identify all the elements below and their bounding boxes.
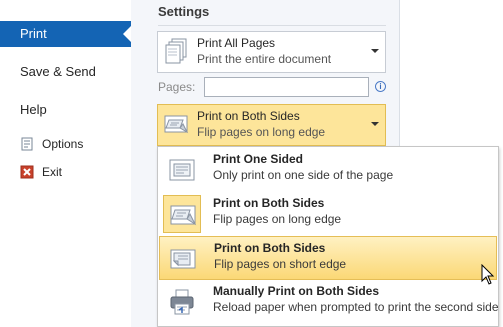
menu-item-label: Manually Print on Both Sides: [213, 284, 380, 298]
short-edge-icon-box: [164, 240, 202, 278]
print-sides-desc: Flip pages on long edge: [197, 125, 326, 139]
mouse-cursor-icon: [481, 264, 495, 285]
nav-save-send[interactable]: Save & Send: [0, 59, 131, 85]
pages-input[interactable]: [204, 77, 369, 97]
pages-label: Pages:: [158, 80, 196, 94]
nav-options[interactable]: Options: [20, 135, 83, 153]
one-sided-icon: [169, 159, 195, 181]
menu-item-label: Print on Both Sides: [213, 196, 325, 210]
duplex-long-edge-icon: [170, 205, 197, 226]
menu-item-both-long-edge[interactable]: Print on Both Sides Flip pages on long e…: [159, 192, 497, 236]
menu-item-one-sided[interactable]: Print One Sided Only print on one side o…: [159, 148, 497, 192]
long-edge-icon-box: [163, 195, 201, 233]
menu-item-label: Print One Sided: [213, 152, 304, 166]
nav-help[interactable]: Help: [0, 97, 131, 123]
menu-item-manual-duplex[interactable]: Manually Print on Both Sides Reload pape…: [159, 280, 499, 324]
printer-icon: [170, 289, 194, 315]
nav-exit[interactable]: Exit: [20, 163, 62, 181]
backstage-nav: Print Save & Send Help Options Exit: [0, 0, 132, 327]
info-icon[interactable]: i: [375, 81, 386, 92]
menu-item-both-short-edge[interactable]: Print on Both Sides Flip pages on short …: [159, 236, 497, 280]
manual-duplex-icon-box: [163, 283, 201, 321]
nav-exit-label: Exit: [42, 165, 63, 179]
settings-title: Settings: [158, 4, 210, 19]
nav-print[interactable]: Print: [0, 21, 131, 47]
print-sides-menu: Print One Sided Only print on one side o…: [157, 146, 499, 327]
options-icon: [21, 137, 33, 151]
menu-item-desc: Flip pages on short edge: [214, 257, 347, 271]
print-what-dropdown[interactable]: Print All Pages Print the entire documen…: [157, 31, 386, 73]
nav-options-label: Options: [42, 137, 84, 151]
one-sided-icon-box: [163, 151, 201, 189]
settings-divider: [158, 25, 386, 26]
print-what-label: Print All Pages: [197, 36, 276, 50]
chevron-down-icon: [371, 122, 379, 126]
menu-item-desc: Reload paper when prompted to print the …: [213, 300, 499, 314]
menu-item-label: Print on Both Sides: [214, 241, 326, 255]
menu-item-desc: Only print on one side of the page: [213, 168, 394, 182]
menu-item-desc: Flip pages on long edge: [213, 212, 342, 226]
print-sides-dropdown[interactable]: Print on Both Sides Flip pages on long e…: [157, 104, 386, 146]
pages-stack-icon: [165, 38, 187, 64]
print-sides-label: Print on Both Sides: [197, 109, 300, 123]
duplex-long-edge-icon: [164, 115, 189, 134]
print-what-desc: Print the entire document: [197, 52, 332, 66]
exit-icon: [20, 165, 34, 179]
chevron-down-icon: [371, 49, 379, 53]
duplex-short-edge-icon: [170, 249, 196, 269]
